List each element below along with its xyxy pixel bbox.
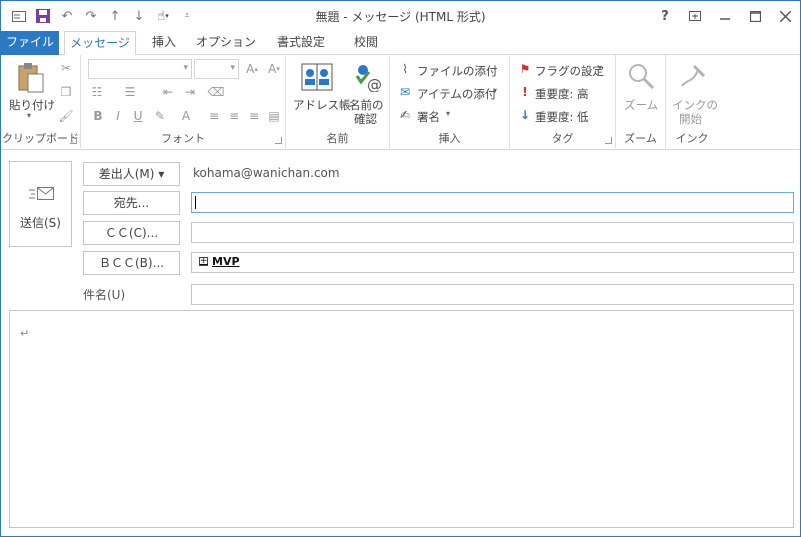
paperclip-icon: ⌇	[402, 62, 408, 76]
cc-field[interactable]	[191, 222, 794, 243]
attach-file-button[interactable]: ファイルの添付	[417, 63, 498, 79]
attach-item-button[interactable]: アイテムの添付	[417, 86, 496, 102]
tags-group: ⚑ フラグの設定 ▾ ! 重要度: 高 ↓ 重要度: 低 タグ	[510, 55, 616, 148]
from-button[interactable]: 差出人(M) ▾	[83, 162, 180, 186]
expand-group-icon[interactable]: +	[199, 257, 208, 266]
importance-low-icon: ↓	[519, 108, 531, 122]
highlight-icon[interactable]: ✎	[151, 107, 169, 125]
font-group: ▾ ▾ A ▴ A ▾ ☷ ☰ ⇤ ⇥ ⌫ B I U ✎ A ≡ ≡ ≡ ▤ フォ…	[81, 55, 286, 148]
minimize-icon[interactable]	[710, 1, 740, 31]
importance-low-button[interactable]: 重要度: 低	[535, 109, 589, 125]
bcc-field[interactable]: + MVP	[191, 252, 794, 273]
to-button[interactable]: 宛先...	[83, 191, 180, 215]
font-launcher-icon[interactable]	[275, 137, 282, 144]
zoom-group: ズーム ズーム	[616, 55, 666, 148]
attach-item-icon: ✉	[399, 85, 411, 99]
bold-icon[interactable]: B	[89, 107, 107, 125]
from-value: kohama@wanichan.com	[193, 166, 340, 180]
align-center-icon[interactable]: ≡	[225, 107, 243, 125]
title-bar: ↶ ↷ ↑ ↓ ☝ ▾ ⩡ 無題 - メッセージ (HTML 形式) ?	[1, 1, 800, 31]
bcc-recipient-name: MVP	[212, 255, 240, 268]
text-cursor	[195, 196, 196, 209]
subject-field[interactable]	[191, 284, 794, 305]
italic-icon[interactable]: I	[109, 107, 127, 125]
paste-dropdown-icon[interactable]: ▾	[27, 111, 31, 120]
maximize-icon[interactable]	[740, 1, 770, 31]
flag-dropdown-icon[interactable]: ▾	[598, 63, 602, 72]
signature-button[interactable]: 署名	[417, 109, 440, 125]
ink-group: インクの 開始 インク	[666, 55, 718, 148]
align-left-icon[interactable]: ≡	[205, 107, 223, 125]
importance-high-button[interactable]: 重要度: 高	[535, 86, 589, 102]
format-painter-icon[interactable]: 🖌	[57, 107, 75, 125]
signature-dropdown-icon[interactable]: ▾	[446, 109, 450, 118]
ribbon: 貼り付け ▾ ✂ ❐ 🖌 クリップボード ▾ ▾ A ▴ A ▾ ☷ ☰ ⇤ ⇥ ⌫…	[1, 55, 800, 150]
signature-icon: ✍	[399, 108, 411, 122]
zoom-group-label: ズーム	[624, 132, 657, 145]
font-size-combo[interactable]: ▾	[194, 59, 239, 79]
insert-group-label: 挿入	[438, 132, 461, 145]
tab-file[interactable]: ファイル	[1, 31, 59, 55]
check-names-icon[interactable]: @	[352, 61, 384, 93]
tags-launcher-icon[interactable]	[605, 137, 612, 144]
clipboard-group: 貼り付け ▾ ✂ ❐ 🖌 クリップボード	[1, 55, 81, 148]
ribbon-tabs: ファイル メッセージ 挿入 オプション 書式設定 校閲	[1, 31, 800, 56]
message-body[interactable]: ↵	[9, 310, 794, 528]
tags-group-label: タグ	[551, 132, 574, 145]
tab-review[interactable]: 校閲	[343, 31, 389, 55]
address-book-icon[interactable]	[300, 61, 334, 93]
flag-icon: ⚑	[519, 62, 531, 76]
clipboard-group-label: クリップボード	[2, 132, 79, 145]
align-right-icon[interactable]: ≡	[245, 107, 263, 125]
names-group: アドレス帳 @ 名前の 確認 名前	[286, 55, 390, 148]
font-group-label: フォント	[161, 132, 205, 145]
help-icon[interactable]: ?	[650, 1, 680, 31]
to-field[interactable]	[191, 192, 794, 213]
copy-icon[interactable]: ❐	[57, 83, 75, 101]
underline-icon[interactable]: U	[129, 107, 147, 125]
paste-icon[interactable]	[15, 61, 47, 95]
cc-button[interactable]: ＣＣ(C)...	[83, 221, 180, 245]
ink-icon[interactable]	[676, 60, 708, 92]
importance-high-icon: !	[522, 85, 528, 99]
address-book-button[interactable]: アドレス帳	[293, 97, 351, 113]
decrease-indent-icon[interactable]: ⇤	[159, 83, 177, 101]
paste-button[interactable]: 貼り付け	[9, 97, 55, 113]
svg-text:@: @	[367, 76, 382, 92]
flag-button[interactable]: フラグの設定	[535, 63, 604, 79]
cut-icon[interactable]: ✂	[57, 59, 75, 77]
subject-label: 件名(U)	[83, 288, 126, 302]
names-group-label: 名前	[326, 132, 349, 145]
tab-message[interactable]: メッセージ	[64, 31, 136, 56]
numbering-icon[interactable]: ☰	[121, 83, 139, 101]
justify-icon[interactable]: ▤	[265, 107, 283, 125]
start-inking-button-line2[interactable]: 開始	[679, 111, 702, 127]
bcc-recipient-group[interactable]: + MVP	[199, 255, 240, 268]
message-window: ↶ ↷ ↑ ↓ ☝▾ ⩡ 無題 - メッセージ (HTML 形式) ? ファイ	[0, 0, 801, 537]
send-button[interactable]: 送信(S)	[9, 161, 72, 247]
zoom-button[interactable]: ズーム	[624, 97, 658, 113]
close-icon[interactable]	[770, 1, 800, 31]
clipboard-launcher-icon[interactable]	[70, 137, 77, 144]
insert-group: ⌇ ファイルの添付 ✉ アイテムの添付 ▾ ✍ 署名 ▾ 挿入	[390, 55, 510, 148]
font-name-combo[interactable]: ▾	[88, 59, 192, 79]
zoom-icon[interactable]	[625, 60, 657, 92]
increase-indent-icon[interactable]: ⇥	[181, 83, 199, 101]
shrink-font-icon[interactable]: A ▾	[265, 60, 283, 78]
clear-formatting-icon[interactable]: ⌫	[207, 83, 225, 101]
tab-options[interactable]: オプション	[193, 31, 259, 55]
tab-format-text[interactable]: 書式設定	[265, 31, 337, 55]
send-label: 送信(S)	[20, 216, 61, 230]
font-color-icon[interactable]: A	[177, 107, 195, 125]
check-names-button-line2[interactable]: 確認	[354, 111, 377, 127]
ink-group-label: インク	[675, 132, 709, 145]
attach-item-dropdown-icon[interactable]: ▾	[493, 86, 497, 95]
paragraph-mark: ↵	[20, 327, 30, 340]
window-controls: ?	[650, 1, 800, 31]
tab-insert[interactable]: 挿入	[141, 31, 187, 55]
bcc-button[interactable]: ＢＣＣ(B)...	[83, 251, 180, 275]
send-icon	[28, 184, 56, 204]
restore-ribbon-icon[interactable]	[680, 1, 710, 31]
grow-font-icon[interactable]: A ▴	[243, 60, 261, 78]
